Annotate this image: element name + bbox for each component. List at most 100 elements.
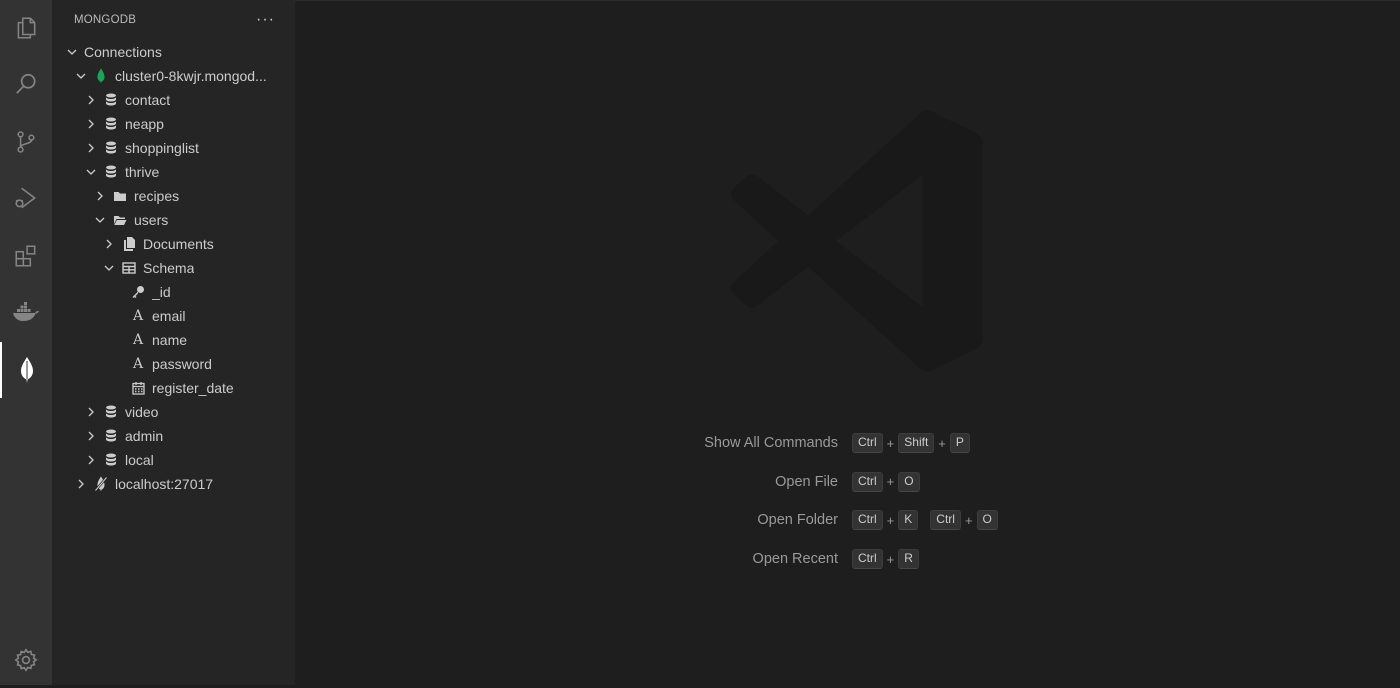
vscode-logo-watermark [705, 96, 995, 391]
tree-item-field-name[interactable]: A name [52, 328, 295, 352]
chevron-down-icon [92, 212, 108, 228]
tree-item-field-email[interactable]: A email [52, 304, 295, 328]
tree-item-label: admin [125, 428, 164, 444]
key-cap: O [976, 510, 998, 531]
shortcut-show-all-commands[interactable]: Show All Commands Ctrl + Shift + P [295, 424, 1400, 463]
editor-welcome-area: Show All Commands Ctrl + Shift + P Open … [295, 0, 1400, 685]
string-type-icon: A [132, 308, 144, 324]
shortcut-keys: Ctrl + O [852, 471, 920, 492]
chevron-right-icon [73, 476, 89, 492]
tree-item-db-admin[interactable]: admin [52, 424, 295, 448]
chevron-down-icon [64, 44, 80, 60]
key-cap: R [898, 549, 919, 570]
chevron-right-icon [83, 116, 99, 132]
folder-icon [112, 188, 128, 204]
mongodb-disconnected-leaf-icon [93, 476, 109, 492]
tree-item-db-neapp[interactable]: neapp [52, 112, 295, 136]
search-icon[interactable] [0, 56, 52, 112]
key-cap: K [898, 510, 919, 531]
shortcut-keys: Ctrl + K Ctrl + O [852, 510, 998, 531]
tree-item-label: thrive [125, 164, 160, 180]
string-type-icon: A [132, 356, 144, 372]
tree-item-label: video [125, 404, 159, 420]
string-type-icon: A [132, 332, 144, 348]
documents-icon [121, 236, 137, 252]
key-icon [130, 284, 146, 300]
database-icon [103, 116, 119, 132]
table-icon [121, 260, 137, 276]
tree-item-field-password[interactable]: A password [52, 352, 295, 376]
tree-item-schema[interactable]: Schema [52, 256, 295, 280]
source-control-icon[interactable] [0, 114, 52, 170]
settings-gear-icon[interactable] [0, 632, 52, 688]
shortcut-keys: Ctrl + Shift + P [852, 433, 970, 454]
tree-item-label: password [152, 356, 212, 372]
extensions-icon[interactable] [0, 228, 52, 284]
database-icon [103, 452, 119, 468]
database-icon [103, 164, 119, 180]
key-cap: Ctrl [930, 510, 961, 531]
key-plus: + [886, 551, 895, 567]
shortcut-label: Open File [775, 473, 838, 490]
database-icon [103, 92, 119, 108]
database-icon [103, 404, 119, 420]
key-plus: + [938, 435, 946, 451]
tree-item-label: users [134, 212, 169, 228]
tree-item-collection-users[interactable]: users [52, 208, 295, 232]
tree-item-label: neapp [125, 116, 164, 132]
shortcut-open-file[interactable]: Open File Ctrl + O [295, 463, 1400, 502]
explorer-icon[interactable] [0, 0, 52, 56]
activity-bar [0, 0, 52, 685]
chevron-down-icon [101, 260, 117, 276]
tree-item-label: name [152, 332, 188, 348]
key-cap: Shift [898, 433, 935, 454]
sidebar-title: MONGODB [74, 14, 137, 26]
tree-item-label: Schema [143, 260, 195, 276]
tree-item-label: Documents [143, 236, 214, 252]
key-plus: + [964, 512, 973, 528]
tree-item-localhost[interactable]: localhost:27017 [52, 472, 295, 496]
tree-item-label: register_date [152, 380, 234, 396]
docker-icon[interactable] [0, 284, 52, 340]
chevron-right-icon [92, 188, 108, 204]
tree-item-db-shoppinglist[interactable]: shoppinglist [52, 136, 295, 160]
chevron-right-icon [83, 140, 99, 156]
tree-item-label: recipes [134, 188, 180, 204]
chevron-down-icon [83, 164, 99, 180]
tree-item-label: _id [152, 284, 171, 300]
tree-item-label: shoppinglist [125, 140, 199, 156]
key-cap: Ctrl [852, 549, 883, 570]
tree-item-label: cluster0-8kwjr.mongod... [115, 68, 267, 84]
shortcut-label: Show All Commands [704, 435, 838, 452]
tree-item-db-contact[interactable]: contact [52, 88, 295, 112]
database-icon [103, 140, 119, 156]
shortcut-keys: Ctrl + R [852, 549, 919, 570]
key-plus: + [886, 512, 895, 528]
mongodb-sidebar: MONGODB ··· Connections cluster0-8kwjr.m… [52, 0, 295, 685]
tree-item-documents[interactable]: Documents [52, 232, 295, 256]
mongodb-leaf-icon[interactable] [0, 342, 52, 398]
tree-item-db-video[interactable]: video [52, 400, 295, 424]
chevron-right-icon [83, 404, 99, 420]
tree-item-label: local [125, 452, 154, 468]
tree-item-cluster[interactable]: cluster0-8kwjr.mongod... [52, 64, 295, 88]
tree-item-collection-recipes[interactable]: recipes [52, 184, 295, 208]
calendar-icon [130, 380, 146, 396]
chevron-down-icon [73, 68, 89, 84]
tree-item-field-id[interactable]: _id [52, 280, 295, 304]
tree-item-field-register-date[interactable]: register_date [52, 376, 295, 400]
run-debug-icon[interactable] [0, 170, 52, 226]
shortcut-open-recent[interactable]: Open Recent Ctrl + R [295, 540, 1400, 579]
tree-item-db-local[interactable]: local [52, 448, 295, 472]
more-actions-button[interactable]: ··· [256, 12, 275, 28]
connections-tree: Connections cluster0-8kwjr.mongod... con… [52, 40, 295, 496]
tree-item-db-thrive[interactable]: thrive [52, 160, 295, 184]
key-cap: Ctrl [852, 510, 883, 531]
chevron-right-icon [83, 428, 99, 444]
chevron-right-icon [101, 236, 117, 252]
database-icon [103, 428, 119, 444]
tree-item-connections[interactable]: Connections [52, 40, 295, 64]
tree-item-label: Connections [84, 44, 162, 60]
folder-open-icon [112, 212, 128, 228]
shortcut-open-folder[interactable]: Open Folder Ctrl + K Ctrl + O [295, 501, 1400, 540]
